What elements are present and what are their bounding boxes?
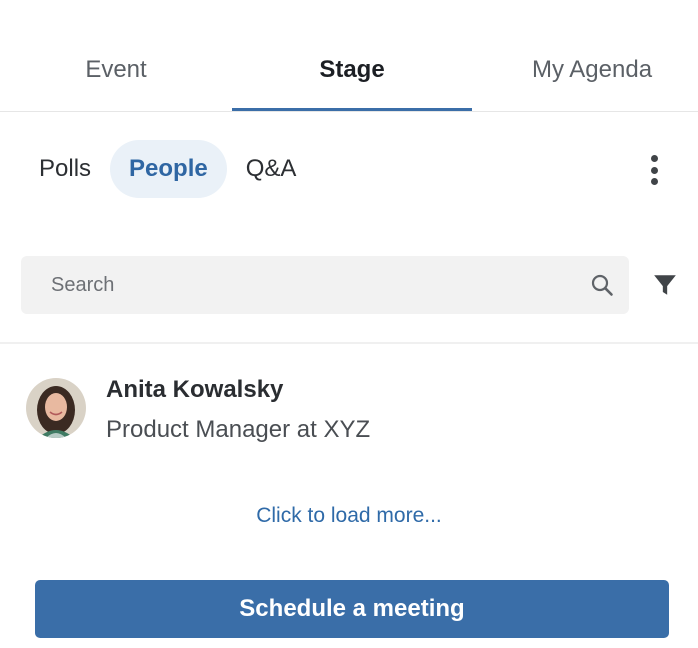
active-tab-indicator — [232, 108, 472, 111]
search-box — [21, 256, 629, 314]
subtab-polls[interactable]: Polls — [20, 140, 110, 198]
dot — [650, 166, 658, 174]
sub-tab-bar: Polls People Q&A — [20, 140, 315, 198]
list-item[interactable]: Anita Kowalsky Product Manager at XYZ — [26, 372, 666, 452]
schedule-meeting-button[interactable]: Schedule a meeting — [35, 580, 669, 638]
tab-my-agenda[interactable]: My Agenda — [472, 0, 698, 112]
load-more-link[interactable]: Click to load more... — [0, 504, 698, 528]
search-icon[interactable] — [589, 272, 615, 298]
search-input[interactable] — [51, 273, 589, 297]
dot — [650, 155, 658, 162]
subtab-qa[interactable]: Q&A — [227, 140, 316, 198]
top-tab-bar: Event Stage My Agenda — [0, 0, 698, 112]
person-info: Anita Kowalsky Product Manager at XYZ — [106, 372, 370, 452]
avatar — [26, 378, 86, 438]
subtab-people[interactable]: People — [110, 140, 227, 198]
dot — [650, 178, 658, 185]
tab-stage[interactable]: Stage — [232, 0, 472, 112]
person-title: Product Manager at XYZ — [106, 416, 371, 443]
person-name: Anita Kowalsky — [106, 376, 284, 403]
vertical-dots-icon[interactable] — [640, 152, 668, 188]
filter-icon[interactable] — [650, 270, 680, 300]
divider — [0, 342, 698, 344]
tab-event[interactable]: Event — [0, 0, 232, 112]
